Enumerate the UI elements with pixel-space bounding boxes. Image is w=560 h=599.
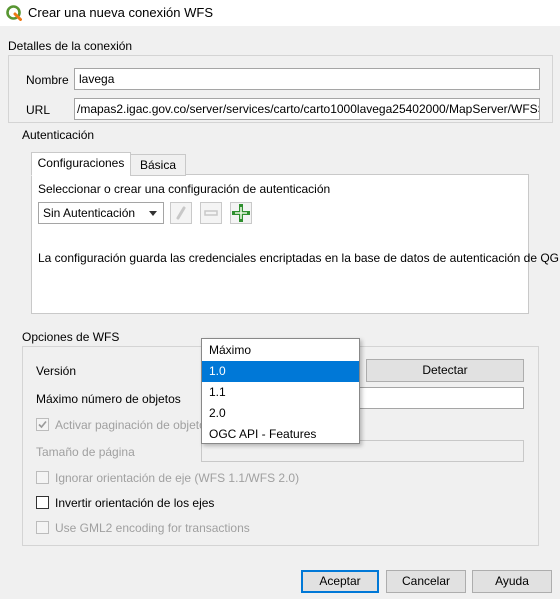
add-icon (231, 204, 251, 226)
url-input[interactable]: /mapas2.igac.gov.co/server/services/cart… (74, 98, 540, 120)
url-label: URL (26, 103, 51, 117)
add-config-button[interactable] (230, 202, 252, 224)
paging-checkbox[interactable] (36, 418, 49, 431)
edit-config-button[interactable] (170, 202, 192, 224)
remove-config-button[interactable] (200, 202, 222, 224)
version-option-1-1[interactable]: 1.1 (202, 382, 359, 403)
max-features-label: Máximo número de objetos (36, 392, 181, 406)
edit-icon (171, 206, 191, 226)
title-bar: Crear una nueva conexión WFS (0, 0, 560, 26)
qgis-logo-icon (6, 5, 22, 21)
window-title: Crear una nueva conexión WFS (28, 5, 213, 20)
auth-info-text: La configuración guarda las credenciales… (38, 251, 560, 265)
invert-axis-checkbox[interactable] (36, 496, 49, 509)
gml2-label: Use GML2 encoding for transactions (55, 521, 250, 535)
version-label: Versión (36, 364, 77, 378)
name-label: Nombre (26, 73, 69, 87)
version-dropdown-list: Máximo 1.0 1.1 2.0 OGC API - Features (201, 338, 360, 444)
chevron-down-icon (149, 211, 157, 216)
remove-icon (201, 210, 221, 226)
ignore-axis-label: Ignorar orientación de eje (WFS 1.1/WFS … (55, 471, 300, 485)
check-icon (38, 420, 47, 429)
auth-label: Autenticación (22, 128, 95, 142)
version-option-maximo[interactable]: Máximo (202, 340, 359, 361)
help-button[interactable]: Ayuda (472, 570, 552, 593)
ignore-axis-checkbox[interactable] (36, 471, 49, 484)
version-option-ogc-api[interactable]: OGC API - Features (202, 424, 359, 445)
gml2-checkbox[interactable] (36, 521, 49, 534)
invert-axis-label: Invertir orientación de los ejes (55, 496, 215, 510)
auth-config-select[interactable]: Sin Autenticación (38, 202, 164, 224)
connection-details-label: Detalles de la conexión (8, 39, 133, 53)
paging-label: Activar paginación de objetos (55, 418, 212, 432)
detect-button[interactable]: Detectar (366, 359, 524, 382)
cancel-button[interactable]: Cancelar (386, 570, 466, 593)
tab-configuraciones[interactable]: Configuraciones (31, 152, 131, 176)
ok-button[interactable]: Aceptar (301, 570, 379, 593)
name-input[interactable]: lavega (74, 68, 540, 90)
version-option-2-0[interactable]: 2.0 (202, 403, 359, 424)
tab-basica[interactable]: Básica (130, 154, 186, 176)
page-size-label: Tamaño de página (36, 445, 135, 459)
auth-select-prompt: Seleccionar o crear una configuración de… (38, 182, 331, 196)
wfs-options-label: Opciones de WFS (22, 330, 120, 344)
auth-config-value: Sin Autenticación (43, 206, 136, 220)
version-option-1-0[interactable]: 1.0 (202, 361, 359, 382)
